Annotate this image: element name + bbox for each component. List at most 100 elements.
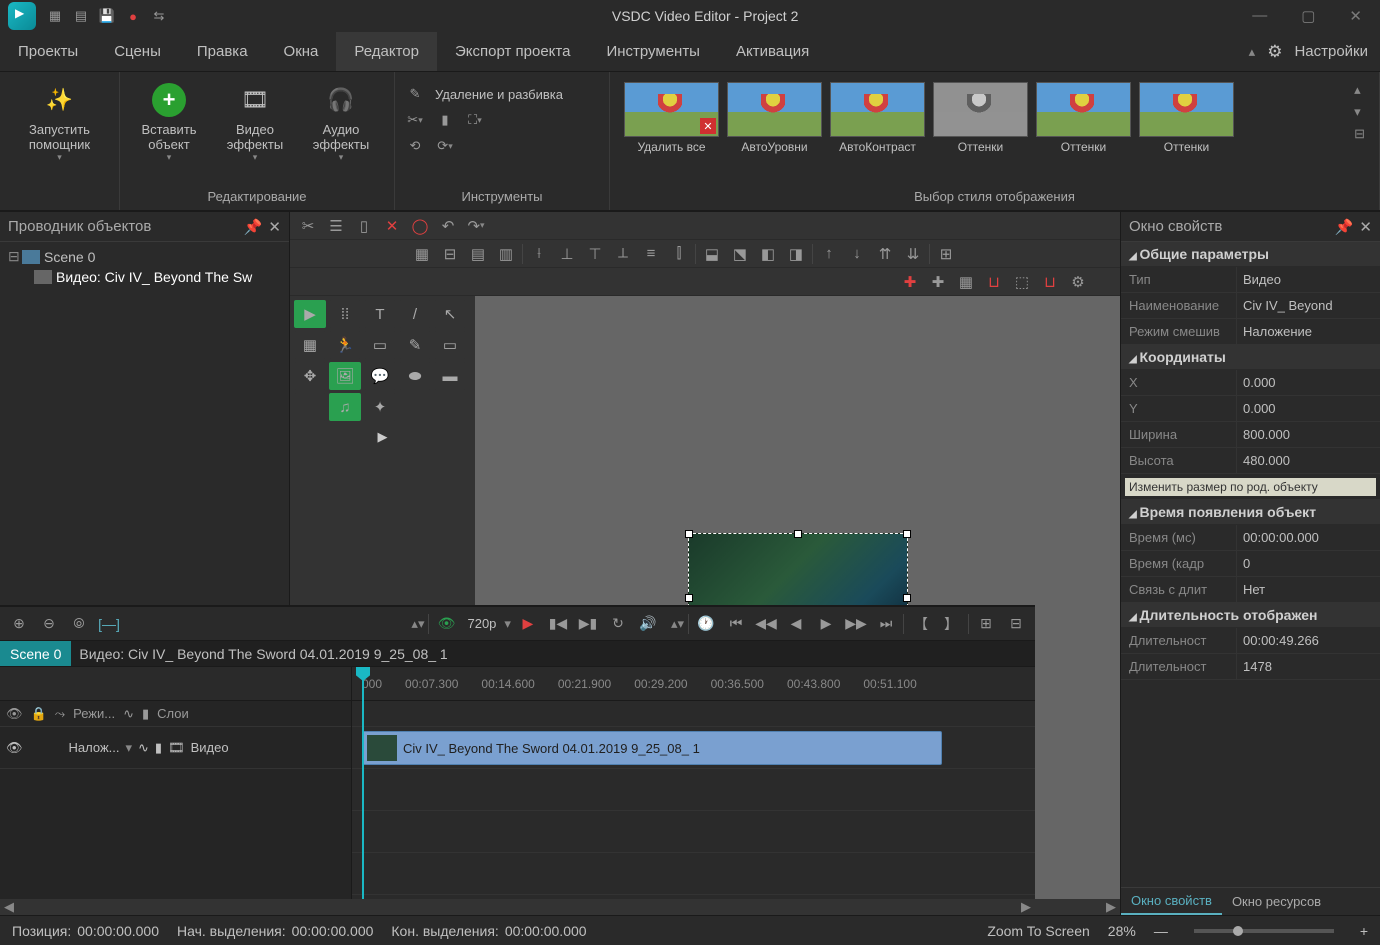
- sz4-icon[interactable]: ◨: [784, 243, 808, 265]
- run-tool-icon[interactable]: 🏃: [329, 331, 361, 359]
- lock-icon[interactable]: 🔒: [31, 706, 47, 722]
- zoom-plus-icon[interactable]: +: [1360, 923, 1368, 939]
- last-icon[interactable]: ⏭: [873, 612, 899, 636]
- sec-time[interactable]: Время появления объект: [1121, 500, 1380, 525]
- prop-y-v[interactable]: 0.000: [1236, 396, 1380, 421]
- rotate-icon[interactable]: ⟳: [435, 136, 455, 156]
- prop-tms-v[interactable]: 00:00:00.000: [1236, 525, 1380, 550]
- track-wave-icon[interactable]: ∿: [138, 740, 149, 756]
- track-tool1-icon[interactable]: ⊞: [973, 612, 999, 636]
- zoom-in-icon[interactable]: ⊕: [6, 612, 32, 636]
- pen-tool-icon[interactable]: ✎: [399, 331, 431, 359]
- ar3-icon[interactable]: ⇈: [873, 243, 897, 265]
- resize-handle-mr[interactable]: [903, 594, 911, 602]
- audio-effects-button[interactable]: 🎧 Аудио эффекты: [302, 78, 380, 167]
- resize-handle-tr[interactable]: [903, 530, 911, 538]
- align1-icon[interactable]: ▦: [410, 243, 434, 265]
- timeline-ruler[interactable]: 00000:07.30000:14.60000:21.90000:29.2000…: [352, 667, 1035, 701]
- sec-general[interactable]: Общие параметры: [1121, 242, 1380, 267]
- resize-handle-ml[interactable]: [685, 594, 693, 602]
- maximize-button[interactable]: ▢: [1291, 5, 1325, 27]
- step-fwd-icon[interactable]: ▶: [813, 612, 839, 636]
- delete-tb-icon[interactable]: ✕: [380, 215, 404, 237]
- expand-tools-icon[interactable]: ▶: [294, 429, 471, 445]
- snap1-icon[interactable]: ⊔: [982, 271, 1006, 293]
- menu-export[interactable]: Экспорт проекта: [437, 32, 588, 71]
- misc-tool-icon[interactable]: ✦: [364, 393, 396, 421]
- prop-w-v[interactable]: 800.000: [1236, 422, 1380, 447]
- crop-icon[interactable]: ⛶: [465, 110, 485, 130]
- menu-editor[interactable]: Редактор: [336, 32, 437, 71]
- split-label[interactable]: Удаление и разбивка: [435, 87, 563, 102]
- zoom-fit-icon[interactable]: ⦾: [66, 612, 92, 636]
- menu-chevron-icon[interactable]: ▴: [1249, 44, 1256, 60]
- al5-icon[interactable]: ⟊: [527, 243, 551, 265]
- track-tool2-icon[interactable]: ⊟: [1003, 612, 1029, 636]
- menu-windows[interactable]: Окна: [266, 32, 337, 71]
- video-effects-button[interactable]: 🎞 Видео эффекты: [216, 78, 294, 167]
- prop-x-v[interactable]: 0.000: [1236, 370, 1380, 395]
- rect2-tool-icon[interactable]: ▬: [434, 362, 466, 390]
- grp-icon[interactable]: ⊞: [934, 243, 958, 265]
- prop-durf-v[interactable]: 1478: [1236, 654, 1380, 679]
- align2-icon[interactable]: ⊟: [438, 243, 462, 265]
- style-thumb[interactable]: АвтоКонтраст: [830, 82, 925, 154]
- rect-tool-icon[interactable]: ▭: [434, 331, 466, 359]
- step-back-icon[interactable]: ◀: [783, 612, 809, 636]
- qat-record-icon[interactable]: ●: [124, 7, 142, 25]
- track-blend[interactable]: Налож...: [69, 740, 120, 755]
- ar1-icon[interactable]: ↑: [817, 243, 841, 265]
- settings-label[interactable]: Настройки: [1294, 43, 1368, 60]
- text-tool-icon[interactable]: T: [364, 300, 396, 328]
- ar2-icon[interactable]: ↓: [845, 243, 869, 265]
- mark-out-icon[interactable]: 】: [938, 612, 964, 636]
- mark-in-icon[interactable]: 【: [908, 612, 934, 636]
- undo-tb-icon[interactable]: ↶: [436, 215, 460, 237]
- shape-tool-icon[interactable]: ⬬: [399, 362, 431, 390]
- close-button[interactable]: ✕: [1339, 5, 1372, 27]
- thumbs-up-icon[interactable]: ▴: [1354, 82, 1365, 98]
- play-icon[interactable]: ▶: [515, 612, 541, 636]
- al6-icon[interactable]: ⊥: [555, 243, 579, 265]
- marker1-icon[interactable]: ✚: [898, 271, 922, 293]
- align3-icon[interactable]: ▤: [466, 243, 490, 265]
- settings-gear-icon[interactable]: ⚙: [1267, 42, 1282, 62]
- timeline-track[interactable]: Civ IV_ Beyond The Sword 04.01.2019 9_25…: [352, 727, 1035, 769]
- sz2-icon[interactable]: ⬔: [728, 243, 752, 265]
- pin-icon[interactable]: 📌: [244, 218, 263, 236]
- bc-path[interactable]: Видео: Civ IV_ Beyond The Sword 04.01.20…: [71, 646, 455, 662]
- menu-scenes[interactable]: Сцены: [96, 32, 179, 71]
- props-close-icon[interactable]: ✕: [1359, 218, 1372, 236]
- zoom-range-icon[interactable]: [—]: [96, 612, 122, 636]
- sb-zoom-mode[interactable]: Zoom To Screen: [987, 923, 1089, 939]
- style-thumb[interactable]: Удалить все: [624, 82, 719, 154]
- thumbs-down-icon[interactable]: ▾: [1354, 104, 1365, 120]
- prop-tfr-v[interactable]: 0: [1236, 551, 1380, 576]
- al9-icon[interactable]: ≡: [639, 243, 663, 265]
- prop-type-v[interactable]: Видео: [1236, 267, 1380, 292]
- tab-resources[interactable]: Окно ресурсов: [1222, 888, 1331, 915]
- resize-parent-button[interactable]: Изменить размер по род. объекту: [1125, 478, 1376, 496]
- minimize-button[interactable]: —: [1242, 5, 1277, 27]
- grid2-tool-icon[interactable]: ▦: [294, 331, 326, 359]
- props-pin-icon[interactable]: 📌: [1335, 218, 1354, 236]
- image-tool-icon[interactable]: 🖼: [329, 362, 361, 390]
- bubble-tool-icon[interactable]: 💬: [364, 362, 396, 390]
- dots-tool-icon[interactable]: ⁞⁞: [329, 300, 361, 328]
- qat-dropdown-icon[interactable]: ⇆: [150, 7, 168, 25]
- al10-icon[interactable]: ⫿: [667, 243, 691, 265]
- cut-icon[interactable]: ✂: [405, 110, 425, 130]
- video-clip[interactable]: Civ IV_ Beyond The Sword 04.01.2019 9_25…: [362, 731, 942, 765]
- next-icon[interactable]: ▶▶: [843, 612, 869, 636]
- track-header-row[interactable]: 👁 Налож... ▾ ∿ ▮ 🎞 Видео: [0, 727, 351, 769]
- style-thumb[interactable]: Оттенки: [1139, 82, 1234, 154]
- sz1-icon[interactable]: ⬓: [700, 243, 724, 265]
- prop-name-v[interactable]: Civ IV_ Beyond: [1236, 293, 1380, 318]
- playhead[interactable]: [362, 667, 364, 899]
- timeline-scroll[interactable]: ◀▶: [0, 899, 1035, 915]
- snap3-icon[interactable]: ⊔: [1038, 271, 1062, 293]
- tab-props[interactable]: Окно свойств: [1121, 888, 1222, 915]
- audio-icon[interactable]: ∿: [123, 706, 134, 722]
- tree-video[interactable]: Видео: Civ IV_ Beyond The Sw: [4, 267, 285, 287]
- timeline-tracks-area[interactable]: 00000:07.30000:14.60000:21.90000:29.2000…: [352, 667, 1035, 899]
